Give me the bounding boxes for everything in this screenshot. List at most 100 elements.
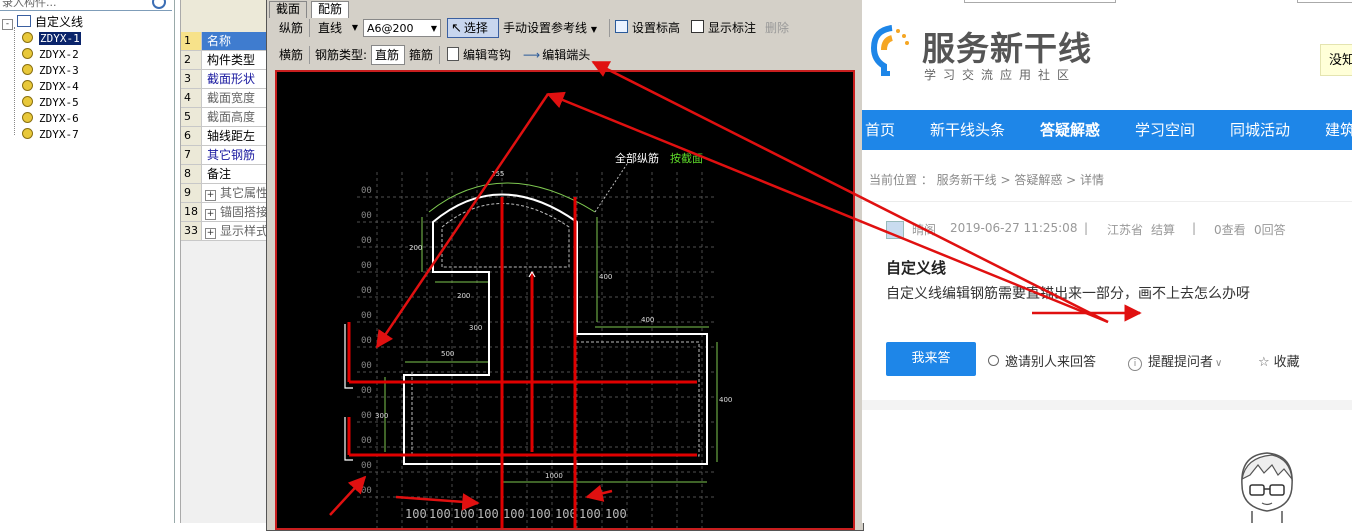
tree-item-zdyx-3[interactable]: ZDYX-3 bbox=[22, 64, 79, 78]
longitudinal-label[interactable]: 纵筋 bbox=[279, 18, 303, 38]
property-name: 其它钢筋 bbox=[207, 148, 256, 162]
tree-item-zdyx-2[interactable]: ZDYX-2 bbox=[22, 48, 79, 62]
nav-learning[interactable]: 学习空间 bbox=[1135, 110, 1195, 150]
svg-text:100: 100 bbox=[429, 507, 451, 521]
gear-icon bbox=[22, 112, 33, 123]
search-icon[interactable] bbox=[152, 0, 166, 9]
invite-button[interactable]: 邀请别人来回答 bbox=[988, 351, 1096, 370]
straight-rebar-toggle[interactable]: 直筋 bbox=[371, 45, 405, 65]
property-row[interactable]: 5 截面高度 bbox=[181, 108, 271, 127]
component-search-input[interactable]: 录入构件... bbox=[0, 0, 172, 11]
tree-item-zdyx-1[interactable]: ZDYX-1 bbox=[22, 32, 81, 46]
row-number: 18 bbox=[181, 203, 202, 221]
notice-box[interactable]: 没知 bbox=[1320, 44, 1352, 76]
end-icon: ⟶ bbox=[523, 48, 541, 62]
expand-icon[interactable]: + bbox=[205, 209, 216, 220]
question-body: 自定义线编辑钢筋需要直锚出来一部分，画不上去怎么办呀 bbox=[886, 286, 1250, 302]
property-grid: 1 名称 2 构件类型 3 截面形状 4 截面宽度 5 截面高度 6 轴线距左 7 其它钢筋 … bbox=[180, 0, 271, 523]
show-annotation-label: 显示标注 bbox=[708, 21, 757, 35]
show-annotation-button[interactable]: 显示标注 bbox=[691, 18, 756, 38]
search-placeholder: 录入构件... bbox=[2, 0, 57, 9]
meta-separator: | bbox=[1192, 221, 1197, 235]
chevron-down-icon: ▼ bbox=[590, 25, 597, 34]
gear-icon bbox=[22, 96, 33, 107]
shape-value: 直线 bbox=[318, 21, 343, 35]
tab-section[interactable]: 截面 bbox=[269, 1, 308, 18]
property-row-group[interactable]: 9 + 其它属性 bbox=[181, 184, 271, 203]
shape-dropdown[interactable]: 直线 ▼ bbox=[315, 19, 361, 37]
breadcrumb[interactable]: 当前位置 ： 服务新干线 > 答疑解惑 > 详情 bbox=[869, 171, 1104, 188]
row-number: 8 bbox=[181, 165, 202, 183]
rebar-hooks bbox=[344, 270, 536, 461]
remind-label: 提醒提问者 bbox=[1148, 355, 1214, 370]
rebar-drawing[interactable]: 00 00 00 00 00 00 00 00 00 00 00 00 00 100 100 1… bbox=[277, 72, 853, 528]
property-row[interactable]: 8 备注 bbox=[181, 165, 271, 184]
stirrup-dashed-lower bbox=[411, 341, 700, 457]
nav-local-events[interactable]: 同城活动 bbox=[1230, 110, 1290, 150]
svg-text:100: 100 bbox=[555, 507, 577, 521]
brand-name[interactable]: 服务新干线 bbox=[922, 22, 1092, 70]
by-section-link[interactable]: 按截面 bbox=[670, 151, 703, 165]
site-logo-icon[interactable] bbox=[868, 22, 912, 76]
edit-end-label: 编辑端头 bbox=[542, 48, 591, 62]
transverse-label[interactable]: 横筋 bbox=[279, 45, 303, 65]
stirrup-toggle[interactable]: 箍筋 bbox=[409, 45, 433, 65]
expand-icon[interactable]: + bbox=[205, 190, 216, 201]
cartoon-helper-icon[interactable] bbox=[1232, 445, 1302, 523]
top-login-box-edge bbox=[1297, 0, 1352, 3]
question-author[interactable]: 晴阁 bbox=[912, 221, 936, 238]
delete-button[interactable]: 删除 bbox=[765, 18, 789, 38]
nav-qa[interactable]: 答疑解惑 bbox=[1040, 110, 1100, 150]
tab-reinforcement[interactable]: 配筋 bbox=[311, 1, 350, 18]
tree-root[interactable]: - 自定义线 bbox=[2, 15, 84, 30]
favorite-label: 收藏 bbox=[1273, 355, 1300, 370]
property-row[interactable]: 7 其它钢筋 bbox=[181, 146, 271, 165]
tree-item-zdyx-5[interactable]: ZDYX-5 bbox=[22, 96, 79, 110]
collapse-icon[interactable]: - bbox=[2, 19, 13, 30]
rebar-drawing-canvas[interactable]: 00 00 00 00 00 00 00 00 00 00 00 00 00 100 100 1… bbox=[275, 70, 855, 530]
property-row[interactable]: 2 构件类型 bbox=[181, 51, 271, 70]
manual-ref-line-dropdown[interactable]: 手动设置参考线 ▼ bbox=[503, 18, 597, 38]
user-avatar[interactable] bbox=[886, 221, 904, 239]
leader-line bbox=[594, 163, 628, 213]
tree-item-zdyx-6[interactable]: ZDYX-6 bbox=[22, 112, 79, 126]
answer-button[interactable]: 我来答 bbox=[886, 342, 976, 376]
nav-home[interactable]: 首页 bbox=[865, 110, 895, 150]
tree-item-zdyx-4[interactable]: ZDYX-4 bbox=[22, 80, 79, 94]
property-row-group[interactable]: 33 + 显示样式 bbox=[181, 222, 271, 241]
spec-value: A6@200 bbox=[367, 22, 414, 35]
svg-text:300: 300 bbox=[469, 324, 482, 332]
set-elevation-button[interactable]: 设置标高 bbox=[615, 18, 680, 38]
svg-text:100: 100 bbox=[503, 507, 525, 521]
svg-text:00: 00 bbox=[361, 486, 372, 496]
tree-item-zdyx-7[interactable]: ZDYX-7 bbox=[22, 128, 79, 142]
row-number: 3 bbox=[181, 70, 202, 88]
favorite-button[interactable]: ☆ 收藏 bbox=[1258, 351, 1300, 370]
bend-icon bbox=[447, 47, 459, 61]
manual-ref-label: 手动设置参考线 bbox=[503, 21, 588, 35]
svg-text:100: 100 bbox=[405, 507, 427, 521]
property-row[interactable]: 3 截面形状 bbox=[181, 70, 271, 89]
nav-headlines[interactable]: 新干线头条 bbox=[930, 110, 1005, 150]
property-name: 截面高度 bbox=[207, 110, 256, 124]
elevation-icon bbox=[615, 20, 628, 33]
property-row-group[interactable]: 18 + 锚固搭接 bbox=[181, 203, 271, 222]
svg-text:00: 00 bbox=[361, 411, 372, 421]
tree-root-label: 自定义线 bbox=[35, 15, 84, 29]
svg-text:00: 00 bbox=[361, 386, 372, 396]
expand-icon[interactable]: + bbox=[205, 228, 216, 239]
svg-text:00: 00 bbox=[361, 261, 372, 271]
select-button[interactable]: ↖ 选择 bbox=[447, 18, 499, 38]
svg-text:00: 00 bbox=[361, 336, 372, 346]
custom-line-icon bbox=[17, 15, 31, 27]
property-row[interactable]: 6 轴线距左 bbox=[181, 127, 271, 146]
edit-bend-button[interactable]: 编辑弯钩 bbox=[447, 45, 511, 65]
property-row[interactable]: 4 截面宽度 bbox=[181, 89, 271, 108]
remind-button[interactable]: i 提醒提问者 ∨ bbox=[1128, 351, 1222, 371]
chevron-down-icon: ▼ bbox=[351, 23, 358, 32]
edit-end-button[interactable]: ⟶ 编辑端头 bbox=[523, 45, 590, 65]
svg-text:400: 400 bbox=[719, 396, 732, 404]
nav-construction[interactable]: 建筑 bbox=[1325, 110, 1352, 150]
spec-dropdown[interactable]: A6@200 ▼ bbox=[363, 19, 441, 37]
property-row[interactable]: 1 名称 bbox=[181, 32, 271, 51]
